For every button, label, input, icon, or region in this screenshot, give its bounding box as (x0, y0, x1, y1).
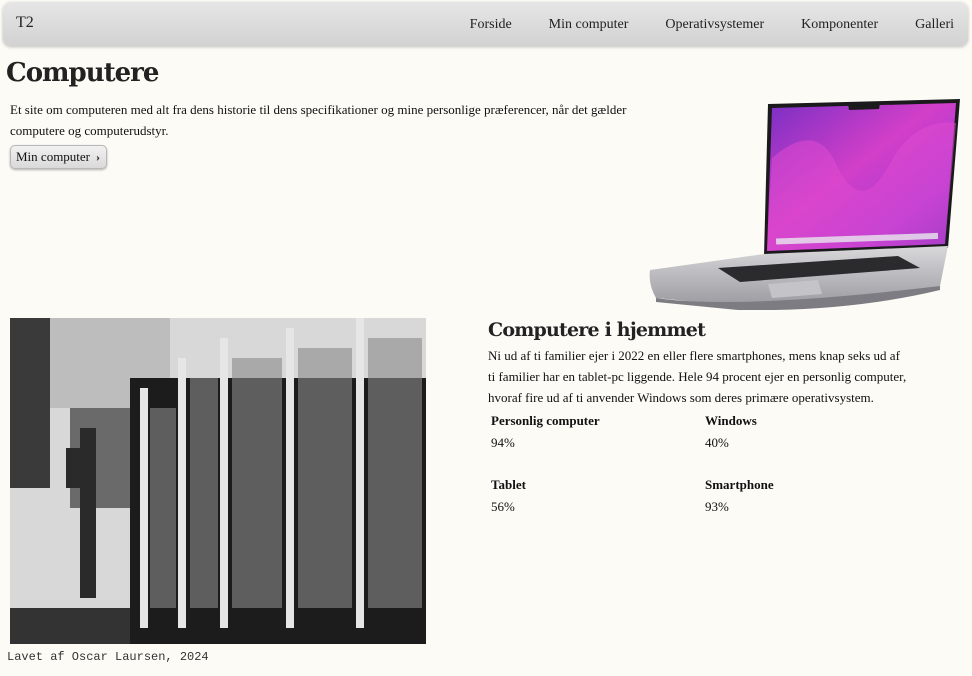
min-computer-button[interactable]: Min computer › (10, 145, 107, 169)
nav-link-min-computer[interactable]: Min computer (549, 17, 629, 33)
stat-value: 40% (705, 435, 729, 450)
nav-links: Forside Min computer Operativsystemer Ko… (433, 17, 954, 33)
stat-label: Windows (705, 413, 757, 428)
stat-value: 56% (491, 499, 515, 514)
navbar: T2 Forside Min computer Operativsystemer… (3, 2, 968, 46)
page-title: Computere (6, 58, 159, 88)
stat-tablet: Tablet 56% (491, 477, 681, 515)
nav-link-komponenter[interactable]: Komponenter (801, 17, 878, 33)
stat-label: Tablet (491, 477, 526, 492)
hero-description: Et site om computeren med alt fra dens h… (10, 102, 627, 138)
brand-logo[interactable]: T2 (16, 14, 34, 32)
stat-value: 94% (491, 435, 515, 450)
footer-caption: Lavet af Oscar Laursen, 2024 (7, 650, 209, 664)
section-description: Ni ud af ti familier ejer i 2022 en elle… (488, 348, 907, 405)
stat-smartphone: Smartphone 93% (705, 477, 895, 515)
nav-link-forside[interactable]: Forside (470, 17, 512, 33)
min-computer-button-label: Min computer (16, 149, 91, 164)
stat-label: Smartphone (705, 477, 774, 492)
stat-windows: Windows 40% (705, 413, 895, 451)
chevron-right-icon: › (96, 149, 101, 164)
historic-computer-photo (10, 318, 426, 644)
stat-label: Personlig computer (491, 413, 600, 428)
stat-value: 93% (705, 499, 729, 514)
nav-link-operativsystemer[interactable]: Operativsystemer (665, 17, 764, 33)
section-title: Computere i hjemmet (488, 319, 706, 341)
nav-link-galleri[interactable]: Galleri (915, 17, 954, 33)
laptop-image (649, 99, 960, 310)
stat-personlig-computer: Personlig computer 94% (491, 413, 681, 451)
